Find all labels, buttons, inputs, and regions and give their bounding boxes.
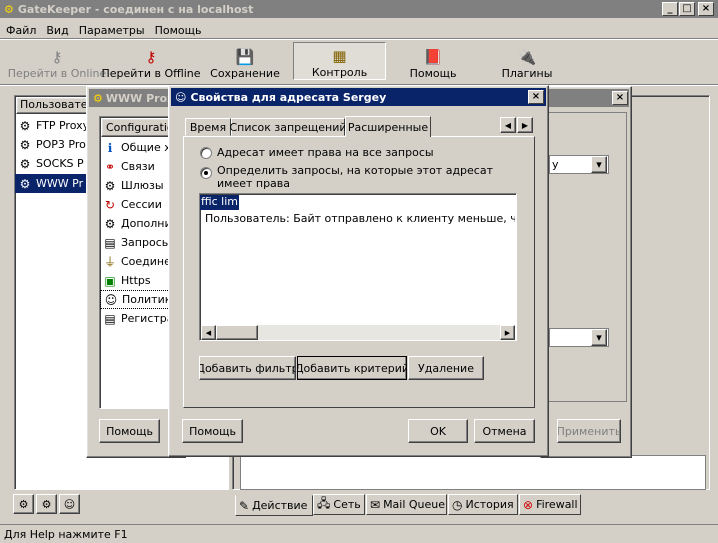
dropdown-arrow[interactable]: ▾ (591, 156, 607, 173)
add-filter-button[interactable]: Добавить фильтр (199, 356, 296, 380)
go-online-button[interactable]: ⚷ Перейти в Online (8, 44, 106, 80)
gears-icon: ⚙ (93, 91, 103, 105)
gears-icon: ⚙ (18, 497, 29, 511)
gateway-icon: ⚙ (104, 178, 116, 193)
status-bar: Для Help нажмите F1 (0, 524, 718, 543)
menu-help[interactable]: Помощь (155, 24, 202, 37)
tab-firewall[interactable]: ⊗ Firewall (519, 494, 581, 515)
menu-file[interactable]: Файл (6, 24, 36, 37)
radio-all-requests[interactable] (200, 147, 212, 159)
menu-params[interactable]: Параметры (79, 24, 145, 37)
cancel-button[interactable]: Отмена (474, 419, 535, 443)
gears-icon: ⚙ (19, 156, 31, 171)
user-icon: ☺ (175, 90, 187, 104)
scroll-thumb[interactable] (216, 325, 258, 340)
floppy-icon: 💾 (235, 48, 255, 66)
close-button[interactable]: × (698, 2, 714, 16)
clock-icon: ◷ (452, 497, 463, 512)
chart-icon: ▦ (332, 47, 347, 65)
app-icon: ⚙ (4, 2, 14, 16)
radio-define-requests[interactable] (200, 167, 212, 179)
tab-mail-queue[interactable]: ✉ Mail Queue (366, 494, 447, 515)
menu-view[interactable]: Вид (46, 24, 68, 37)
plugins-button[interactable]: 🔌 Плагины (480, 44, 574, 80)
action-icon: ✎ (239, 498, 250, 513)
minimize-button[interactable]: _ (662, 2, 678, 16)
list-row[interactable]: Пользователь: Байт отправлено к клиенту … (205, 212, 515, 225)
view-button-1[interactable]: ⚙ (13, 494, 34, 514)
tab-deny-list[interactable]: Список запрещений (229, 118, 347, 136)
www-help-button[interactable]: Помощь (99, 419, 160, 443)
radio-define-requests-label: Определить запросы, на которые этот адре… (217, 164, 494, 190)
props-help-button[interactable]: Помощь (182, 419, 243, 443)
radio-all-requests-label: Адресат имеет права на все запросы (217, 146, 434, 159)
tab-network[interactable]: 🖧 Сеть (313, 494, 365, 515)
extra-icon: ⚙ (104, 216, 116, 231)
https-icon: ▣ (104, 273, 116, 288)
policy-icon: ☺ (104, 292, 118, 307)
tab-history[interactable]: ◷ История (448, 494, 518, 515)
key-cross-icon: ⚷ (145, 48, 157, 66)
menu-bar: Файл Вид Параметры Помощь (6, 22, 211, 38)
list-header-selected[interactable]: ffic limit (200, 195, 239, 210)
mail-icon: ✉ (370, 497, 381, 512)
scroll-left-button[interactable]: ◀ (201, 325, 216, 340)
right-panel-inner (240, 455, 706, 490)
properties-close-button[interactable]: × (528, 90, 544, 104)
tab-scroll-right[interactable]: ▶ (517, 117, 533, 133)
info-icon: ℹ (107, 140, 113, 155)
gears-icon: ⚙ (41, 497, 52, 511)
view-button-3[interactable]: ☺ (59, 494, 80, 514)
background-dialog-close[interactable]: × (612, 91, 628, 105)
control-button[interactable]: ▦ Контроль (293, 42, 386, 80)
firewall-icon: ⊗ (523, 497, 534, 512)
go-offline-button[interactable]: ⚷ Перейти в Offline (101, 44, 200, 80)
tab-scroll-left[interactable]: ◀ (500, 117, 516, 133)
connection-icon: ⏚ (103, 254, 116, 269)
criteria-list[interactable]: ffic limit Пользователь: Байт отправлено… (199, 193, 517, 341)
tab-time[interactable]: Время (185, 118, 231, 136)
network-icon: 🖧 (317, 496, 331, 510)
gears-icon: ⚙ (19, 118, 31, 133)
view-button-2[interactable]: ⚙ (36, 494, 57, 514)
app-title: GateKeeper - соединен с на localhost (17, 2, 254, 16)
tab-action[interactable]: ✎ Действие (235, 495, 313, 516)
properties-title-bar: ☺ Свойства для адресата Sergey (171, 88, 546, 106)
save-button[interactable]: 💾 Сохранение (198, 44, 292, 80)
tab-advanced[interactable]: Расширенные (345, 116, 431, 137)
add-criteria-button[interactable]: Добавить критерий (297, 356, 407, 380)
help-button[interactable]: 📕 Помощь (386, 44, 480, 80)
gears-icon: ⚙ (19, 137, 31, 152)
help-book-icon: 📕 (423, 48, 443, 66)
links-icon: ⚭ (104, 159, 116, 174)
plug-icon: 🔌 (517, 48, 537, 66)
ok-button[interactable]: OK (408, 419, 468, 443)
requests-icon: ▤ (104, 235, 116, 250)
dropdown-arrow-2[interactable]: ▾ (591, 329, 607, 346)
horizontal-scrollbar[interactable]: ◀ ▶ (201, 325, 515, 340)
user-icon: ☺ (63, 497, 76, 511)
sessions-icon: ↻ (104, 197, 116, 212)
apply-button[interactable]: Применить (557, 419, 621, 443)
gears-icon: ⚙ (19, 176, 31, 191)
scroll-right-button[interactable]: ▶ (500, 325, 515, 340)
delete-button[interactable]: Удаление (408, 356, 484, 380)
maximize-button[interactable]: □ (679, 2, 695, 16)
main-title-bar: ⚙ GateKeeper - соединен с на localhost (0, 0, 718, 18)
log-icon: ▤ (104, 311, 116, 326)
key-icon: ⚷ (51, 48, 63, 66)
